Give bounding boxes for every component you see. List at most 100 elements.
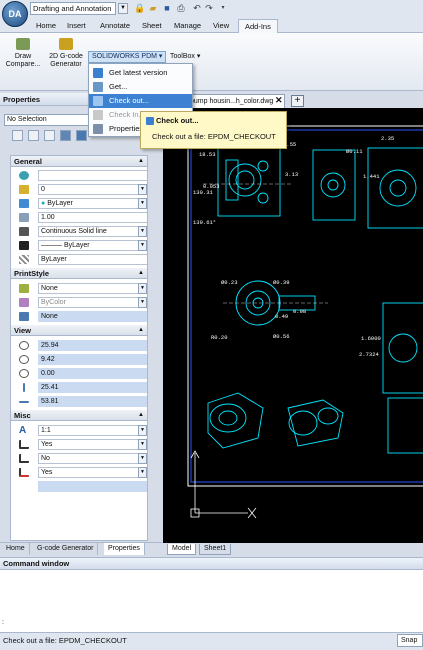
gcode-generator-button[interactable]: 2D G-code Generator <box>47 38 85 69</box>
line-scale-icon <box>19 213 29 222</box>
snap-toggle[interactable]: Snap <box>397 634 423 647</box>
tab-add-ins[interactable]: Add-Ins <box>238 19 278 34</box>
document-tab[interactable]: pump housin...h_color.dwg <box>185 94 285 108</box>
quick-select-icon[interactable] <box>44 130 55 141</box>
dropdown-arrow-icon[interactable]: ▼ <box>138 198 147 209</box>
undo-icon[interactable]: ↶ <box>192 3 202 14</box>
prop-center-z-row: 0.00 <box>11 367 147 380</box>
dim-label: Ø0.11 <box>346 148 363 155</box>
dim-label: 130.31 <box>193 189 214 196</box>
tab-sheet1[interactable]: Sheet1 <box>199 544 232 555</box>
tab-home[interactable]: Home <box>30 19 62 33</box>
tab-annotate[interactable]: Annotate <box>94 19 136 33</box>
workspace-dropdown-arrow-icon[interactable]: ▼ <box>118 3 128 14</box>
prop-layer-value[interactable]: 0 <box>38 184 147 195</box>
prop-linecolor-value[interactable]: ● ByLayer <box>38 198 147 209</box>
customize-arrow-icon[interactable]: ▾ <box>218 3 228 14</box>
printstyle-attached-icon <box>19 312 29 321</box>
prop-linetype-value[interactable]: Continuous Solid line <box>38 226 147 237</box>
toolbox-button[interactable]: ToolBox ▾ <box>170 51 200 63</box>
lock-icon[interactable]: 🔒 <box>134 3 145 14</box>
prop-center-x-value: 25.94 <box>38 340 147 351</box>
dropdown-arrow-icon: ▼ <box>138 297 147 308</box>
prop-printstyle-attached-row: None <box>11 310 147 323</box>
tab-view[interactable]: View <box>207 19 235 33</box>
dropdown-arrow-icon[interactable]: ▼ <box>138 453 147 464</box>
prop-transparency-value[interactable]: ByLayer <box>38 254 147 265</box>
dropdown-arrow-icon[interactable]: ▼ <box>138 240 147 251</box>
open-folder-icon[interactable]: ▰ <box>148 3 158 14</box>
lineweight-icon <box>19 241 29 250</box>
selection-dropdown[interactable]: No Selection <box>4 114 90 126</box>
sort-view-icon[interactable] <box>76 130 87 141</box>
tab-manage[interactable]: Manage <box>168 19 207 33</box>
tab-insert[interactable]: Insert <box>61 19 92 33</box>
dropdown-arrow-icon[interactable]: ▼ <box>138 439 147 450</box>
menu-item-label: Get... <box>109 82 128 91</box>
dim-label: R0.20 <box>211 334 228 341</box>
collapse-icon[interactable]: ▲ <box>138 410 144 421</box>
menu-item-label: Get latest version <box>109 68 168 77</box>
menu-item-check-out[interactable]: Check out... <box>89 94 192 108</box>
close-icon[interactable]: ✕ <box>275 95 283 106</box>
prop-ucs-per-viewport-row: Yes ▼ <box>11 466 147 479</box>
section-general[interactable]: General ▲ <box>11 156 147 167</box>
collapse-icon[interactable]: ▲ <box>138 156 144 167</box>
prop-annotation-scale-value[interactable]: 1:1 <box>38 425 147 436</box>
prop-ucs-icon-on-value[interactable]: Yes <box>38 439 147 450</box>
prop-transparency-row: ByLayer <box>11 253 147 266</box>
prop-linescale-value[interactable]: 1.00 <box>38 212 147 223</box>
get-latest-icon <box>93 68 103 78</box>
tab-model[interactable]: Model <box>167 544 197 555</box>
select-objects-icon[interactable] <box>28 130 39 141</box>
prop-center-z-value: 0.00 <box>38 368 147 379</box>
prop-color-value[interactable] <box>38 170 147 181</box>
prop-ucs-per-viewport-value[interactable]: Yes <box>38 467 147 478</box>
workspace-dropdown[interactable]: Drafting and Annotation <box>30 2 116 15</box>
redo-icon[interactable]: ↷ <box>204 3 214 14</box>
dim-label: 1.6000 <box>361 335 381 342</box>
dropdown-arrow-icon[interactable]: ▼ <box>138 283 147 294</box>
tab-sheet[interactable]: Sheet <box>136 19 168 33</box>
section-printstyle[interactable]: PrintStyle ▲ <box>11 268 147 279</box>
section-view[interactable]: View ▲ <box>11 325 147 336</box>
solidworks-pdm-button[interactable]: SOLIDWORKS PDM ▾ <box>88 51 166 63</box>
tab-properties[interactable]: Properties <box>104 543 145 555</box>
grid-view-icon[interactable] <box>60 130 71 141</box>
dropdown-arrow-icon[interactable]: ▼ <box>138 226 147 237</box>
prop-printstyle-value[interactable]: None <box>38 283 147 294</box>
section-misc[interactable]: Misc ▲ <box>11 410 147 421</box>
new-document-plus-icon[interactable]: + <box>291 95 304 107</box>
drawing-canvas[interactable]: 18.53 1.55 3.13 0.053 130.31 139.61° Ø0.… <box>163 108 423 543</box>
application-menu-button[interactable]: DA <box>2 1 28 27</box>
collapse-icon[interactable]: ▲ <box>138 268 144 279</box>
dropdown-arrow-icon[interactable]: ▼ <box>138 467 147 478</box>
section-title: Misc <box>14 411 31 420</box>
tab-gcode-generator[interactable]: G-code Generator <box>33 543 99 555</box>
prop-ucs-at-origin-value[interactable]: No <box>38 453 147 464</box>
tooltip-title: Check out... <box>146 116 281 125</box>
menu-item-get[interactable]: Get... <box>89 80 192 94</box>
toggle-pickadd-icon[interactable] <box>12 130 23 141</box>
dim-label: Ø0.39 <box>273 279 290 286</box>
print-icon[interactable]: ⎙ <box>176 3 186 14</box>
prop-lineweight-value[interactable]: ——— ByLayer <box>38 240 147 251</box>
prop-printstyle-row: None ▼ <box>11 282 147 295</box>
command-window-body[interactable] <box>0 570 423 632</box>
menu-item-get-latest[interactable]: Get latest version <box>89 66 192 80</box>
draw-compare-label-2: Compare... <box>5 61 41 68</box>
prop-printstyle-table-value: ByColor <box>38 297 147 308</box>
collapse-icon[interactable]: ▲ <box>138 325 144 336</box>
properties-icon <box>93 124 103 134</box>
isometric-views <box>207 392 344 449</box>
save-icon[interactable]: ■ <box>162 3 172 14</box>
command-prompt[interactable]: : <box>2 619 4 626</box>
dropdown-arrow-icon[interactable]: ▼ <box>138 184 147 195</box>
draw-compare-button[interactable]: Draw Compare... <box>4 38 42 69</box>
tooltip-text: Check out a file: EPDM_CHECKOUT <box>152 132 276 141</box>
dropdown-arrow-icon[interactable]: ▼ <box>138 425 147 436</box>
ucs-per-viewport-icon <box>19 468 29 477</box>
tab-home-panel[interactable]: Home <box>2 543 30 555</box>
center-y-icon <box>19 355 29 364</box>
check-in-icon <box>93 110 103 120</box>
